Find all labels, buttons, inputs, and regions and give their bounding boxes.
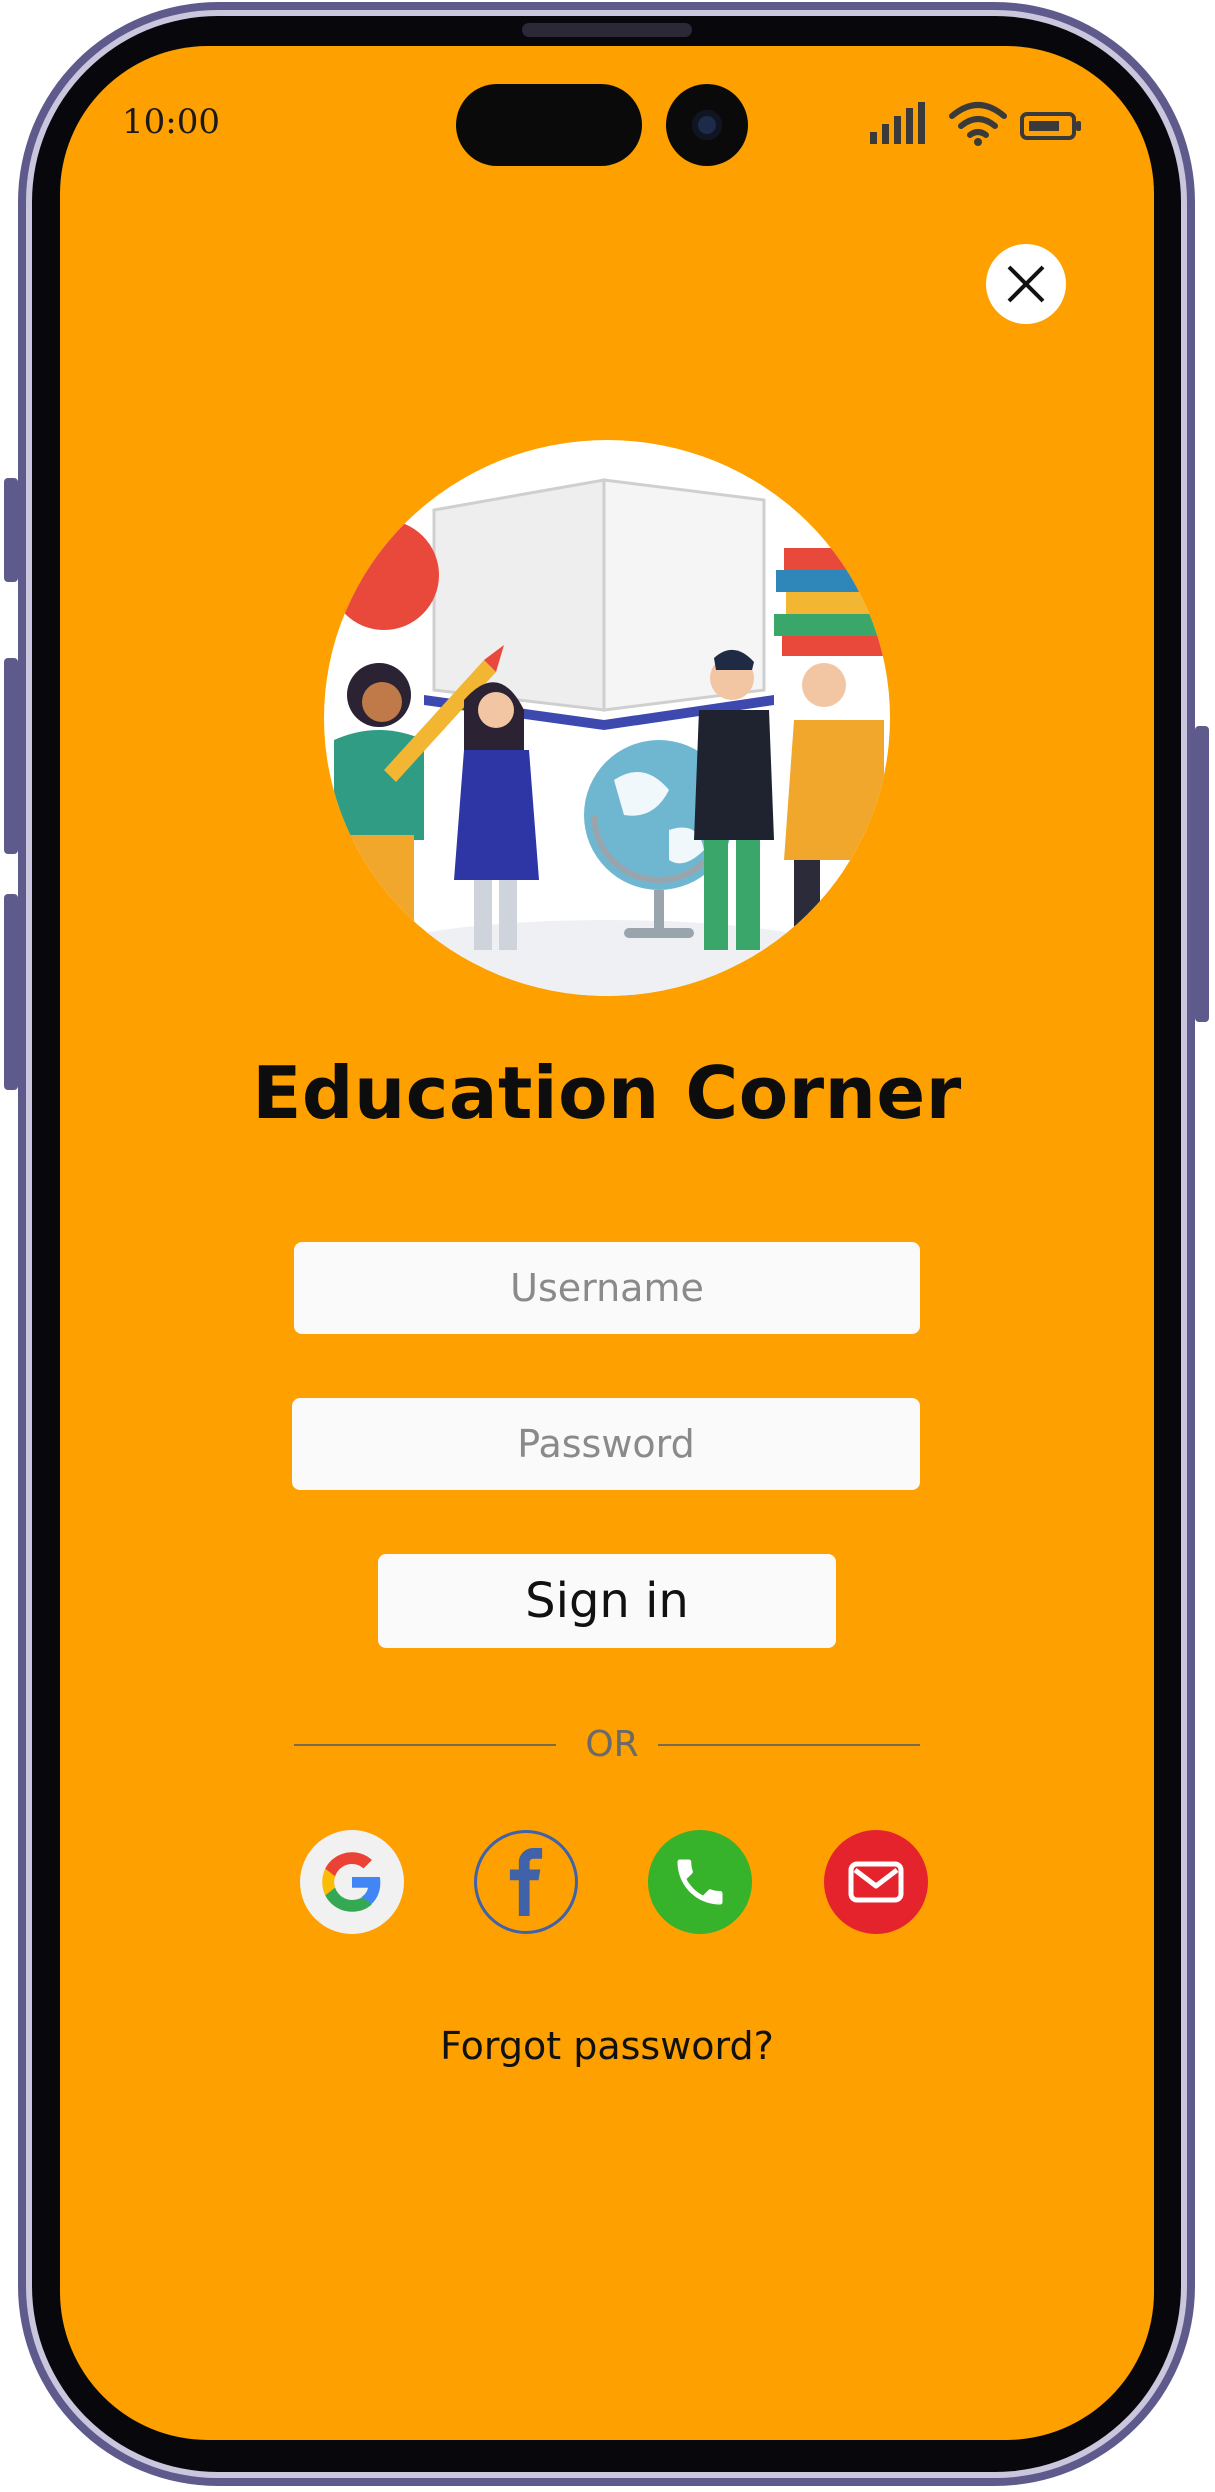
- google-login-button[interactable]: [300, 1830, 404, 1934]
- volume-down-button: [4, 894, 18, 1090]
- password-input[interactable]: [292, 1398, 920, 1490]
- wifi-icon: [949, 102, 1007, 146]
- sign-in-button[interactable]: Sign in: [378, 1554, 836, 1648]
- facebook-login-button[interactable]: [474, 1830, 578, 1934]
- email-icon: [848, 1861, 904, 1903]
- status-time: 10:00: [122, 102, 220, 142]
- dynamic-island: [456, 84, 642, 166]
- phone-login-button[interactable]: [648, 1830, 752, 1934]
- power-button: [1195, 726, 1209, 1022]
- action-button: [4, 478, 18, 582]
- divider-line-left: [294, 1744, 556, 1746]
- close-button[interactable]: [986, 244, 1066, 324]
- email-login-button[interactable]: [824, 1830, 928, 1934]
- front-camera: [666, 84, 748, 166]
- volume-up-button: [4, 658, 18, 854]
- close-icon: [1007, 265, 1045, 303]
- divider-line-right: [658, 1744, 920, 1746]
- signal-icon: [870, 102, 925, 144]
- phone-screen: 10:00 Education Corner Username Sign in …: [60, 46, 1154, 2440]
- app-title: Education Corner: [252, 1051, 962, 1135]
- education-illustration: [324, 440, 890, 996]
- forgot-password-link[interactable]: Forgot password?: [60, 2024, 1154, 2068]
- google-icon: [322, 1852, 381, 1912]
- speaker-grille: [522, 23, 692, 37]
- battery-icon: [1020, 112, 1081, 140]
- username-input[interactable]: [294, 1242, 920, 1334]
- phone-icon: [677, 1859, 723, 1905]
- divider-label: OR: [585, 1724, 639, 1765]
- facebook-icon: [509, 1848, 543, 1916]
- status-icons: [868, 100, 1088, 150]
- hero-illustration-art: [329, 478, 884, 996]
